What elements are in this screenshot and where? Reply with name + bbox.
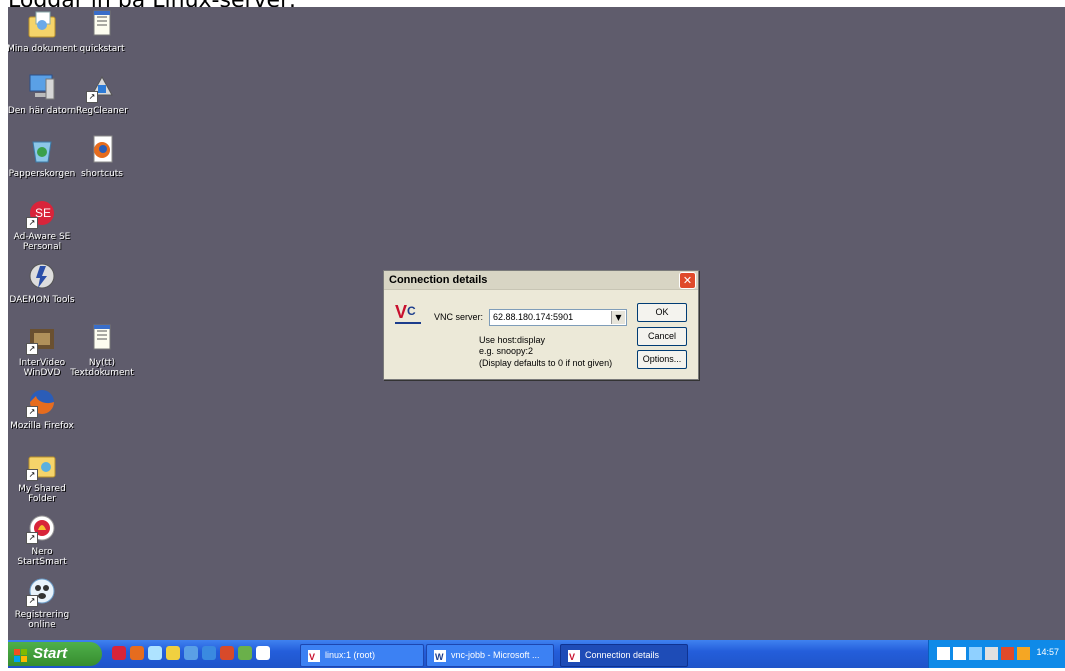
close-icon[interactable]: ✕ <box>679 272 696 289</box>
quicklaunch-vnc-icon[interactable] <box>256 646 270 660</box>
regcleaner-icon: ↗ <box>86 71 118 103</box>
task-label: linux:1 (root) <box>325 650 376 660</box>
svg-text:W: W <box>435 652 444 662</box>
hint-line-1: Use host:display <box>479 335 546 345</box>
text-file-icon <box>86 9 118 41</box>
vnc-icon: V <box>308 649 320 662</box>
quicklaunch-network-icon[interactable] <box>184 646 198 660</box>
options-button[interactable]: Options... <box>637 350 687 369</box>
quicklaunch-app-icon[interactable] <box>238 646 252 660</box>
hint-line-2: e.g. snoopy:2 <box>479 346 534 356</box>
task-vnc-jobb-word[interactable]: W vnc-jobb - Microsoft ... <box>426 644 554 667</box>
desktop-icon-label: shortcuts <box>81 169 123 179</box>
svg-text:V: V <box>569 652 575 662</box>
desktop-icon-label: Nero StartSmart <box>17 547 67 567</box>
shortcut-arrow-icon: ↗ <box>26 217 38 229</box>
desktop-icon-quickstart[interactable]: quickstart <box>66 9 138 54</box>
registration-icon: ↗ <box>26 575 58 607</box>
desktop-icon-regcleaner[interactable]: ↗ RegCleaner <box>66 71 138 116</box>
svg-text:V: V <box>395 302 407 322</box>
start-label: Start <box>33 645 68 662</box>
desktop-icon-label: Registrering online <box>14 610 70 630</box>
hint-line-3: (Display defaults to 0 if not given) <box>479 358 613 368</box>
connection-details-dialog[interactable]: Connection details ✕ VC VNC server: 62.8… <box>383 270 699 380</box>
folder-documents-icon <box>26 9 58 41</box>
desktop-icon-label: My Shared Folder <box>18 484 66 504</box>
desktop-icon-mozilla-firefox[interactable]: ↗ Mozilla Firefox <box>6 386 78 431</box>
vnc-server-label: VNC server: <box>434 312 484 322</box>
vnc-logo-icon: VC <box>395 301 421 325</box>
svg-text:V: V <box>309 652 315 662</box>
quicklaunch-outlook-icon[interactable] <box>112 646 126 660</box>
adaware-icon: SE ↗ <box>26 197 58 229</box>
antivirus-icon[interactable] <box>985 647 998 660</box>
desktop-icon-ad-aware[interactable]: SE ↗ Ad-Aware SE Personal <box>6 197 78 252</box>
clock[interactable]: 14:57 <box>1036 647 1059 657</box>
shortcut-arrow-icon: ↗ <box>26 343 38 355</box>
quicklaunch-firefox-icon[interactable] <box>130 646 144 660</box>
desktop-icon-daemon-tools[interactable]: DAEMON Tools <box>6 260 78 305</box>
task-linux-root[interactable]: V linux:1 (root) <box>300 644 424 667</box>
desktop-icon-label: Ny(tt) Textdokument <box>70 358 134 378</box>
word-icon: W <box>434 649 446 662</box>
network-icon[interactable] <box>969 647 982 660</box>
task-label: Connection details <box>585 650 660 660</box>
task-connection-details[interactable]: V Connection details <box>560 644 688 667</box>
volume-icon[interactable] <box>1001 647 1014 660</box>
chevron-down-icon[interactable]: ▼ <box>611 311 625 324</box>
windows-flag-icon <box>14 647 28 662</box>
svg-text:C: C <box>407 304 416 318</box>
system-tray: 14:57 <box>928 640 1065 668</box>
vnc-tray-icon[interactable] <box>953 647 966 660</box>
desktop-icon-label: Ad-Aware SE Personal <box>13 232 71 252</box>
desktop-icon-shortcuts[interactable]: shortcuts <box>66 134 138 179</box>
shortcut-arrow-icon: ↗ <box>86 91 98 103</box>
recycle-bin-icon <box>26 134 58 166</box>
ok-button[interactable]: OK <box>637 303 687 322</box>
dialog-title-bar[interactable]: Connection details ✕ <box>384 271 698 290</box>
shortcut-arrow-icon: ↗ <box>26 532 38 544</box>
nero-icon: ↗ <box>26 512 58 544</box>
cancel-button[interactable]: Cancel <box>637 327 687 346</box>
desktop-icon-label: Mozilla Firefox <box>10 421 74 431</box>
task-label: vnc-jobb - Microsoft ... <box>451 650 540 660</box>
daemon-tools-icon <box>26 260 58 292</box>
desktop-icon-registrering-online[interactable]: ↗ Registrering online <box>6 575 78 630</box>
quicklaunch-media-icon[interactable] <box>166 646 180 660</box>
desktop-icon-label: DAEMON Tools <box>9 295 75 305</box>
firefox-icon: ↗ <box>26 386 58 418</box>
shortcut-arrow-icon: ↗ <box>26 406 38 418</box>
vnc-server-combobox[interactable]: 62.88.180.174:5901 ▼ <box>489 309 627 326</box>
vnc-tray-icon[interactable] <box>937 647 950 660</box>
start-button[interactable]: Start <box>8 642 102 666</box>
dialog-title: Connection details <box>389 274 488 286</box>
text-file-icon <box>86 323 118 355</box>
quicklaunch-nero-icon[interactable] <box>220 646 234 660</box>
desktop-icon-my-shared-folder[interactable]: ↗ My Shared Folder <box>6 449 78 504</box>
computer-icon <box>26 71 58 103</box>
shared-folder-icon: ↗ <box>26 449 58 481</box>
desktop-icon-label: RegCleaner <box>76 106 128 116</box>
windvd-icon: ↗ <box>26 323 58 355</box>
quicklaunch-messenger-icon[interactable] <box>148 646 162 660</box>
desktop-icon-nero-startsmart[interactable]: ↗ Nero StartSmart <box>6 512 78 567</box>
shortcut-arrow-icon: ↗ <box>26 469 38 481</box>
vnc-server-value[interactable]: 62.88.180.174:5901 <box>493 312 573 322</box>
desktop-icon-ny-textdokument[interactable]: Ny(tt) Textdokument <box>66 323 138 378</box>
shortcut-arrow-icon: ↗ <box>26 595 38 607</box>
taskbar: Start V linux:1 (root) W vnc-jobb - Micr… <box>8 640 1065 668</box>
firefox-file-icon <box>86 134 118 166</box>
vnc-icon: V <box>568 649 580 662</box>
quicklaunch-ie-icon[interactable] <box>202 646 216 660</box>
messenger-icon[interactable] <box>1017 647 1030 660</box>
desktop-icon-label: quickstart <box>79 44 125 54</box>
